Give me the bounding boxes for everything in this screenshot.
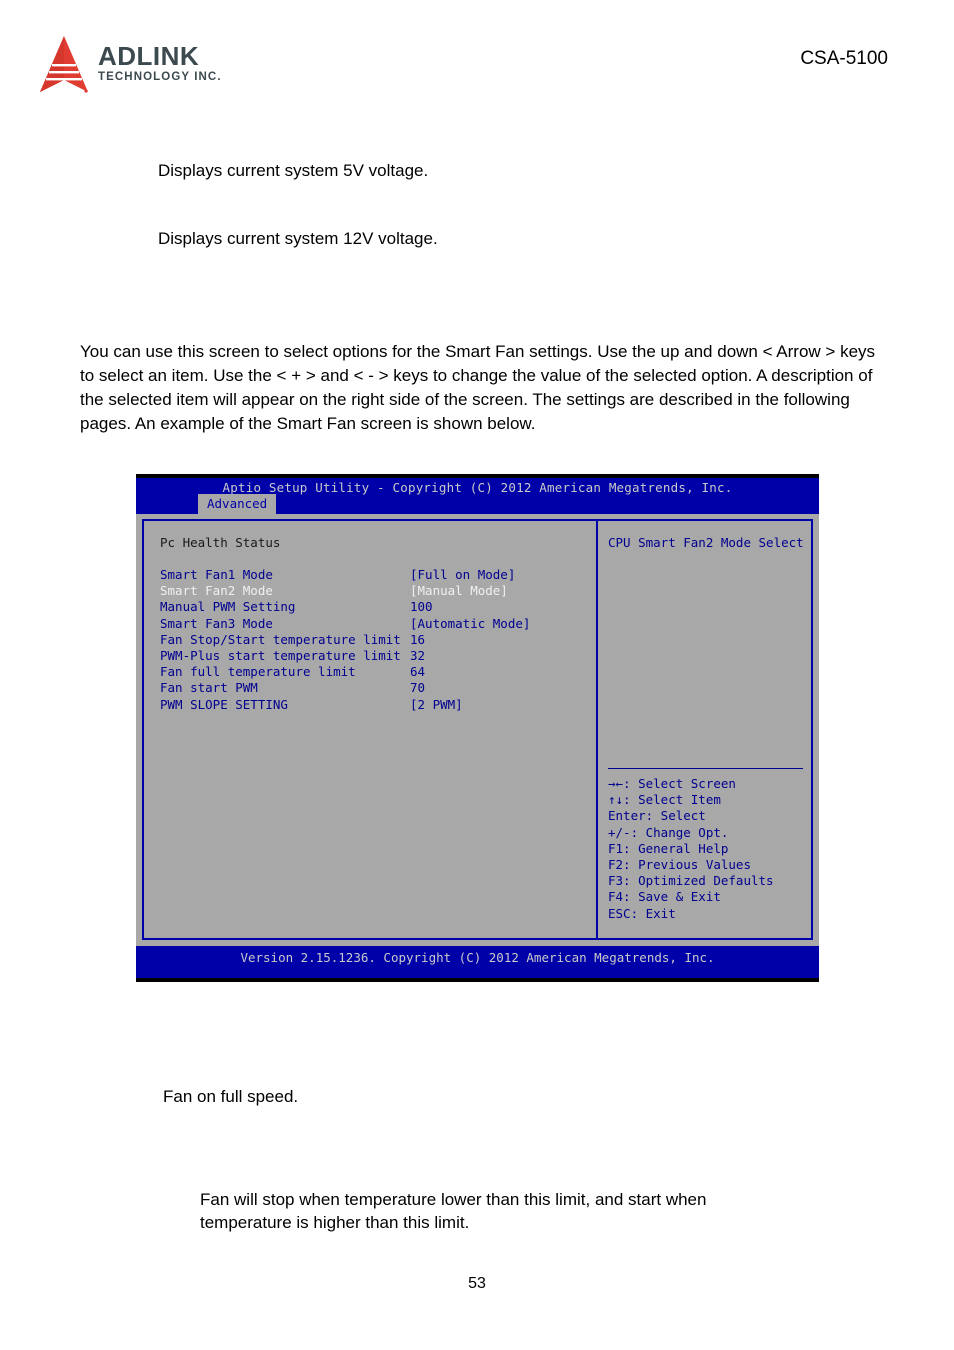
adlink-wordmark: ADLINK TECHNOLOGY INC. [98, 36, 222, 84]
bios-setting-label: PWM SLOPE SETTING [160, 696, 288, 712]
bios-body: Pc Health Status Smart Fan1 Mode [Full on… [136, 514, 819, 946]
bios-setting-row[interactable]: Fan full temperature limit 64 [160, 664, 596, 680]
bios-setting-row[interactable]: Smart Fan1 Mode [Full on Mode] [160, 567, 596, 583]
description-full-speed: Fan on full speed. [163, 1087, 299, 1106]
bios-setting-value[interactable]: 70 [410, 680, 590, 696]
bios-setting-value[interactable]: 16 [410, 632, 590, 648]
bios-settings-list: Smart Fan1 Mode [Full on Mode] Smart Fan2 … [160, 567, 596, 713]
bios-setting-label: Manual PWM Setting [160, 599, 296, 615]
page-number: 53 [468, 1275, 486, 1292]
bios-setting-label: Smart Fan3 Mode [160, 615, 273, 631]
bios-screenshot: Aptio Setup Utility - Copyright (C) 2012… [136, 474, 819, 982]
logo-subtitle-text: TECHNOLOGY INC. [98, 71, 222, 83]
bios-help-text: CPU Smart Fan2 Mode Select [608, 535, 804, 550]
bios-legend-line: F4: Save & Exit [608, 889, 721, 905]
bios-setting-value[interactable]: [2 PWM] [410, 697, 590, 713]
adlink-triangle-icon [38, 36, 90, 94]
bios-setting-value[interactable]: 100 [410, 599, 590, 615]
bios-setting-row[interactable]: Smart Fan2 Mode [Manual Mode] [160, 583, 596, 599]
smart-fan-intro-paragraph: You can use this screen to select option… [80, 342, 876, 433]
bios-legend-separator [608, 768, 803, 769]
description-fan-stop-start: Fan will stop when temperature lower tha… [200, 1190, 707, 1232]
adlink-logo: ADLINK TECHNOLOGY INC. [38, 36, 222, 94]
bios-setting-value[interactable]: 32 [410, 648, 590, 664]
bios-setting-label: Fan full temperature limit [160, 664, 356, 680]
bios-legend-line: F1: General Help [608, 840, 729, 856]
bios-setting-label: Fan Stop/Start temperature limit [160, 631, 401, 647]
bios-setting-row[interactable]: PWM-Plus start temperature limit 32 [160, 648, 596, 664]
bios-legend-line: F2: Previous Values [608, 857, 751, 873]
bios-help-panel: CPU Smart Fan2 Mode Select →←: Select Sc… [596, 521, 811, 938]
bios-title-bar: Aptio Setup Utility - Copyright (C) 2012… [136, 478, 819, 514]
bios-legend-line: ↑↓: Select Item [608, 792, 721, 808]
bios-setting-row[interactable]: PWM SLOPE SETTING [2 PWM] [160, 697, 596, 713]
bios-legend-line: ESC: Exit [608, 905, 676, 921]
bios-footer-bar: Version 2.15.1236. Copyright (C) 2012 Am… [136, 946, 819, 970]
description-12v-voltage: Displays current system 12V voltage. [158, 229, 438, 248]
bios-setting-value[interactable]: [Full on Mode] [410, 567, 590, 583]
bios-setting-row[interactable]: Smart Fan3 Mode [Automatic Mode] [160, 616, 596, 632]
page-header: ADLINK TECHNOLOGY INC. CSA-5100 [0, 0, 954, 110]
bios-content-frame: Pc Health Status Smart Fan1 Mode [Full on… [142, 519, 813, 940]
bios-setting-label: Smart Fan1 Mode [160, 567, 273, 582]
bios-screen: Aptio Setup Utility - Copyright (C) 2012… [136, 478, 819, 978]
bios-setting-label: Fan start PWM [160, 680, 258, 696]
bios-setting-row[interactable]: Fan start PWM 70 [160, 680, 596, 696]
bios-key-legend: →←: Select Screen ↑↓: Select Item Enter: S… [608, 776, 774, 922]
bios-setting-row[interactable]: Manual PWM Setting 100 [160, 599, 596, 615]
bios-legend-line: F3: Optimized Defaults [608, 873, 774, 889]
logo-name-text: ADLINK [98, 41, 200, 71]
bios-footer-text: Version 2.15.1236. Copyright (C) 2012 Am… [240, 950, 715, 965]
bios-setting-value[interactable]: [Manual Mode] [410, 583, 590, 599]
bios-setting-label: PWM-Plus start temperature limit [160, 648, 401, 664]
bios-title-text: Aptio Setup Utility - Copyright (C) 2012… [222, 480, 733, 495]
bios-legend-line: Enter: Select [608, 808, 706, 824]
bios-tab-advanced[interactable]: Advanced [198, 494, 277, 514]
description-5v-voltage: Displays current system 5V voltage. [158, 161, 429, 180]
bios-setting-value[interactable]: [Automatic Mode] [410, 616, 590, 632]
bios-setting-value[interactable]: 64 [410, 664, 590, 680]
document-model-label: CSA-5100 [800, 48, 888, 69]
bios-legend-line: +/-: Change Opt. [608, 824, 729, 840]
bios-section-heading: Pc Health Status [160, 535, 281, 550]
bios-setting-label: Smart Fan2 Mode [160, 583, 273, 599]
bios-settings-panel: Pc Health Status Smart Fan1 Mode [Full on… [144, 521, 596, 938]
bios-legend-line: →←: Select Screen [608, 776, 736, 791]
bios-setting-row[interactable]: Fan Stop/Start temperature limit 16 [160, 632, 596, 648]
